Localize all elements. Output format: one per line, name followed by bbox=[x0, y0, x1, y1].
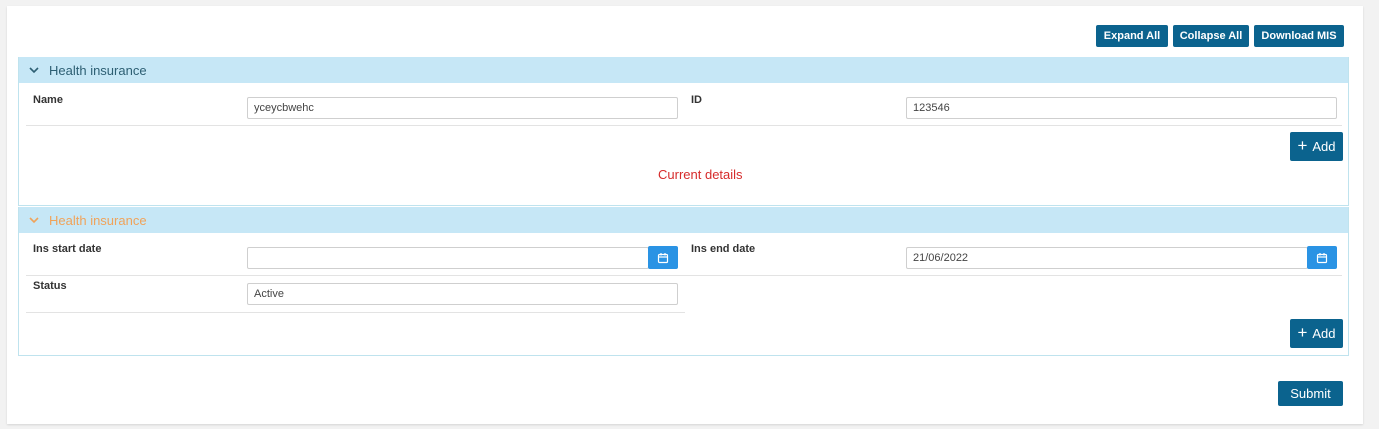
row-divider bbox=[26, 125, 1342, 126]
section-header[interactable]: Health insurance bbox=[19, 57, 1348, 83]
download-mis-button[interactable]: Download MIS bbox=[1254, 25, 1344, 47]
id-label: ID bbox=[691, 94, 702, 106]
form-card: Expand All Collapse All Download MIS Hea… bbox=[7, 6, 1363, 424]
end-date-calendar-button[interactable] bbox=[1307, 246, 1337, 269]
add-button-label: Add bbox=[1312, 139, 1336, 154]
section-title: Health insurance bbox=[49, 62, 147, 78]
section-title: Health insurance bbox=[49, 212, 147, 228]
chevron-down-icon bbox=[29, 217, 39, 224]
section-health-insurance-dates: Health insurance Ins start date Ins end … bbox=[18, 207, 1349, 356]
ins-start-date-label: Ins start date bbox=[33, 243, 102, 255]
name-field[interactable]: yceycbwehc bbox=[247, 97, 678, 119]
calendar-icon bbox=[1316, 252, 1328, 263]
add-button[interactable]: + Add bbox=[1290, 319, 1343, 348]
ins-end-date-label: Ins end date bbox=[691, 243, 756, 255]
id-field[interactable]: 123546 bbox=[906, 97, 1337, 119]
submit-button[interactable]: Submit bbox=[1278, 381, 1343, 406]
row-divider bbox=[26, 275, 1342, 276]
add-button-label: Add bbox=[1312, 326, 1336, 341]
add-button[interactable]: + Add bbox=[1290, 132, 1343, 161]
plus-icon: + bbox=[1297, 323, 1308, 342]
current-details-message: Current details bbox=[658, 167, 743, 182]
row-divider bbox=[26, 312, 685, 313]
calendar-icon bbox=[657, 252, 669, 263]
section-header[interactable]: Health insurance bbox=[19, 207, 1348, 233]
status-label: Status bbox=[33, 280, 67, 292]
ins-start-date-field[interactable] bbox=[247, 247, 649, 269]
expand-all-button[interactable]: Expand All bbox=[1096, 25, 1168, 47]
name-label: Name bbox=[33, 94, 63, 106]
chevron-down-icon bbox=[29, 67, 39, 74]
collapse-all-button[interactable]: Collapse All bbox=[1173, 25, 1249, 47]
section-health-insurance-current: Health insurance Name yceycbwehc ID 1235… bbox=[18, 57, 1349, 206]
status-field[interactable]: Active bbox=[247, 283, 678, 305]
plus-icon: + bbox=[1297, 136, 1308, 155]
start-date-calendar-button[interactable] bbox=[648, 246, 678, 269]
ins-end-date-field[interactable]: 21/06/2022 bbox=[906, 247, 1308, 269]
